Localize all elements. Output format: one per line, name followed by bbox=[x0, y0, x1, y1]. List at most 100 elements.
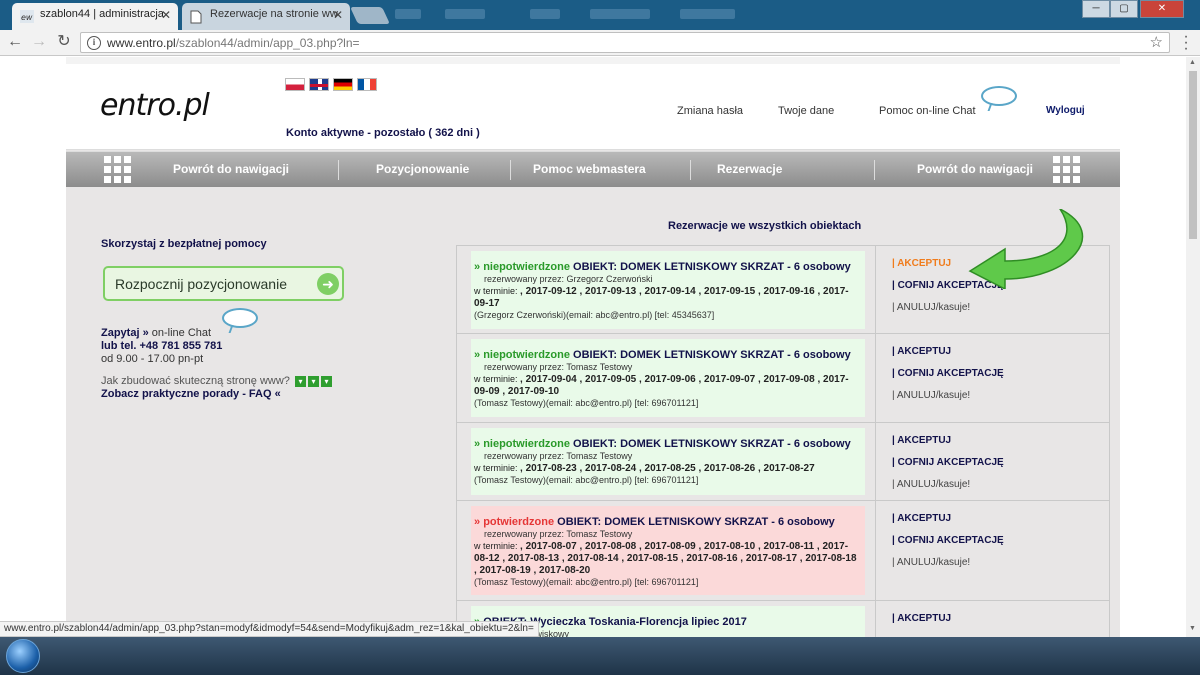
revoke-link[interactable]: | COFNIJ AKCEPTACJĘ bbox=[892, 535, 1110, 546]
help-heading: Skorzystaj z bezpłatnej pomocy bbox=[101, 238, 267, 250]
nav-back-right[interactable]: Powrót do nawigacji bbox=[917, 162, 1033, 176]
info-icon[interactable]: i bbox=[87, 36, 101, 50]
logo[interactable]: entro.pl bbox=[100, 88, 210, 123]
maximize-window-icon[interactable]: ▢ bbox=[1110, 0, 1138, 18]
phone-text: lub tel. +48 781 855 781 bbox=[101, 340, 223, 352]
help-chat-link[interactable]: Pomoc on-line Chat bbox=[879, 105, 976, 117]
reservation-contact: (Tomasz Testowy)(email: abc@entro.pl) [t… bbox=[474, 577, 699, 587]
nav-webmaster-help[interactable]: Pomoc webmastera bbox=[533, 162, 646, 176]
flag-de-icon[interactable] bbox=[333, 78, 353, 91]
back-arrow-icon[interactable]: ← bbox=[5, 32, 25, 52]
ask-link[interactable]: Zapytaj » bbox=[101, 327, 149, 339]
accept-link[interactable]: | AKCEPTUJ bbox=[892, 346, 1110, 357]
cancel-link[interactable]: | ANULUJ/kasuje! bbox=[892, 390, 1110, 401]
tab-rezerwacje[interactable]: Rezerwacje na stronie ww ✕ bbox=[182, 3, 350, 30]
your-data-link[interactable]: Twoje dane bbox=[778, 105, 834, 117]
scroll-up-icon[interactable]: ▲ bbox=[1189, 59, 1196, 66]
tab-strip: ew szablon44 | administracja ✕ Rezerwacj… bbox=[0, 0, 1200, 30]
cancel-link[interactable]: | ANULUJ/kasuje! bbox=[892, 557, 1110, 568]
taskbar-ghost bbox=[590, 9, 650, 19]
page-viewport: entro.pl Konto aktywne - pozostało ( 362… bbox=[0, 57, 1186, 637]
reservation-row: » potwierdzone OBIEKT: DOMEK LETNISKOWY … bbox=[456, 501, 1110, 601]
revoke-link[interactable]: | COFNIJ AKCEPTACJĘ bbox=[892, 457, 1110, 468]
chevron-down-icon[interactable]: ▾ bbox=[321, 375, 332, 387]
accept-link[interactable]: | AKCEPTUJ bbox=[892, 435, 1110, 446]
reservation-dates: w terminie: , 2017-09-04 , 2017-09-05 , … bbox=[474, 374, 849, 397]
forward-arrow-icon[interactable]: → bbox=[29, 32, 49, 52]
cancel-link[interactable]: | ANULUJ/kasuje! bbox=[892, 302, 1110, 313]
start-orb-icon[interactable] bbox=[6, 639, 40, 673]
reservation-row: » OBIEKT: Wycieczka Toskania-Florencja l… bbox=[456, 601, 1110, 637]
reservation-actions: | AKCEPTUJ bbox=[875, 601, 1110, 637]
reservation-contact: (Tomasz Testowy)(email: abc@entro.pl) [t… bbox=[474, 398, 699, 408]
link-status-bar: www.entro.pl/szablon44/admin/app_03.php?… bbox=[0, 621, 539, 637]
reservation-status: potwierdzone bbox=[483, 516, 555, 528]
page-scrollbar[interactable]: ▲ ▼ bbox=[1186, 57, 1200, 637]
how-to-text: Jak zbudować skuteczną stronę www? bbox=[101, 375, 290, 387]
grid-menu-icon[interactable] bbox=[104, 156, 131, 183]
main-nav: Powrót do nawigacji Pozycjonowanie Pomoc… bbox=[66, 151, 1120, 187]
taskbar-ghost bbox=[680, 9, 735, 19]
chevron-down-icon[interactable]: ▾ bbox=[295, 375, 306, 387]
faq-block: Jak zbudować skuteczną stronę www? ▾ ▾ ▾ Z… bbox=[101, 375, 332, 401]
page-body: entro.pl Konto aktywne - pozostało ( 362… bbox=[66, 57, 1120, 637]
grid-menu-icon[interactable] bbox=[1053, 156, 1080, 183]
reservation-object: OBIEKT: DOMEK LETNISKOWY SKRZAT - 6 osob… bbox=[557, 516, 835, 528]
nav-back[interactable]: Powrót do nawigacji bbox=[173, 162, 289, 176]
nav-separator bbox=[510, 160, 511, 180]
reload-icon[interactable]: ↻ bbox=[54, 32, 74, 52]
flag-fr-icon[interactable] bbox=[357, 78, 377, 91]
reservation-dates: w terminie: , 2017-09-12 , 2017-09-13 , … bbox=[474, 286, 849, 309]
reserved-by: rezerwowany przez: Tomasz Testowy bbox=[484, 362, 633, 372]
url-field[interactable]: i www.entro.pl/szablon44/admin/app_03.ph… bbox=[80, 32, 1170, 53]
reservation-status: niepotwierdzone bbox=[483, 261, 570, 273]
site-header: entro.pl Konto aktywne - pozostało ( 362… bbox=[66, 57, 1120, 150]
close-tab-icon[interactable]: ✕ bbox=[333, 8, 343, 22]
change-password-link[interactable]: Zmiana hasła bbox=[677, 105, 743, 117]
flag-pl-icon[interactable] bbox=[285, 78, 305, 91]
chat-bubble-icon[interactable] bbox=[981, 86, 1017, 106]
cancel-link[interactable]: | ANULUJ/kasuje! bbox=[892, 479, 1110, 490]
reservations-list: » niepotwierdzone OBIEKT: DOMEK LETNISKO… bbox=[456, 245, 1110, 637]
nav-reservations[interactable]: Rezerwacje bbox=[717, 162, 782, 176]
reservation-object: OBIEKT: DOMEK LETNISKOWY SKRZAT - 6 osob… bbox=[573, 349, 851, 361]
nav-seo[interactable]: Pozycjonowanie bbox=[376, 162, 469, 176]
reservation-object: OBIEKT: DOMEK LETNISKOWY SKRZAT - 6 osob… bbox=[573, 261, 851, 273]
chevron-down-icon[interactable]: ▾ bbox=[308, 375, 319, 387]
revoke-link[interactable]: | COFNIJ AKCEPTACJĘ bbox=[892, 368, 1110, 379]
scrollbar-thumb[interactable] bbox=[1189, 71, 1197, 239]
accept-link[interactable]: | AKCEPTUJ bbox=[892, 513, 1110, 524]
nav-separator bbox=[338, 160, 339, 180]
flag-gb-icon[interactable] bbox=[309, 78, 329, 91]
page-icon bbox=[190, 10, 204, 24]
reservation-status: niepotwierdzone bbox=[483, 438, 570, 450]
tab-admin[interactable]: ew szablon44 | administracja ✕ bbox=[12, 3, 178, 30]
taskbar-ghost bbox=[530, 9, 560, 19]
entro-favicon-icon: ew bbox=[20, 10, 34, 23]
scroll-down-icon[interactable]: ▼ bbox=[1189, 625, 1196, 632]
minimize-window-icon[interactable]: ─ bbox=[1082, 0, 1110, 18]
logout-link[interactable]: Wyloguj bbox=[1046, 105, 1085, 116]
taskbar-ghost bbox=[395, 9, 421, 19]
reservation-contact: (Grzegorz Czerwoński)(email: abc@entro.p… bbox=[474, 310, 715, 320]
header-strip bbox=[66, 57, 1120, 64]
reservation-contact: (Tomasz Testowy)(email: abc@entro.pl) [t… bbox=[474, 475, 699, 485]
account-status: Konto aktywne - pozostało ( 362 dni ) bbox=[286, 127, 480, 139]
curved-arrow-icon: ➜ bbox=[317, 273, 339, 295]
address-bar: ← → ↻ i www.entro.pl/szablon44/admin/app… bbox=[0, 29, 1200, 57]
close-tab-icon[interactable]: ✕ bbox=[161, 8, 171, 22]
new-tab-button[interactable] bbox=[350, 7, 390, 24]
start-seo-button[interactable]: Rozpocznij pozycjonowanie ➜ bbox=[103, 266, 344, 301]
bookmark-star-icon[interactable]: ☆ bbox=[1150, 33, 1163, 51]
tab-title: szablon44 | administracja bbox=[40, 8, 164, 20]
accept-link[interactable]: | AKCEPTUJ bbox=[892, 613, 1110, 624]
online-chat-text: on-line Chat bbox=[148, 327, 212, 339]
chat-bubble-icon[interactable] bbox=[222, 308, 258, 328]
tab-title: Rezerwacje na stronie ww bbox=[210, 8, 338, 20]
close-window-icon[interactable]: ✕ bbox=[1140, 0, 1184, 18]
svg-text:ew: ew bbox=[21, 13, 33, 22]
menu-dots-icon[interactable]: · · · bbox=[1178, 29, 1194, 57]
faq-link[interactable]: Zobacz praktyczne porady - FAQ « bbox=[101, 388, 281, 400]
start-seo-label: Rozpocznij pozycjonowanie bbox=[115, 276, 287, 292]
reservation-actions: | AKCEPTUJ | COFNIJ AKCEPTACJĘ | ANULUJ/… bbox=[875, 501, 1110, 600]
